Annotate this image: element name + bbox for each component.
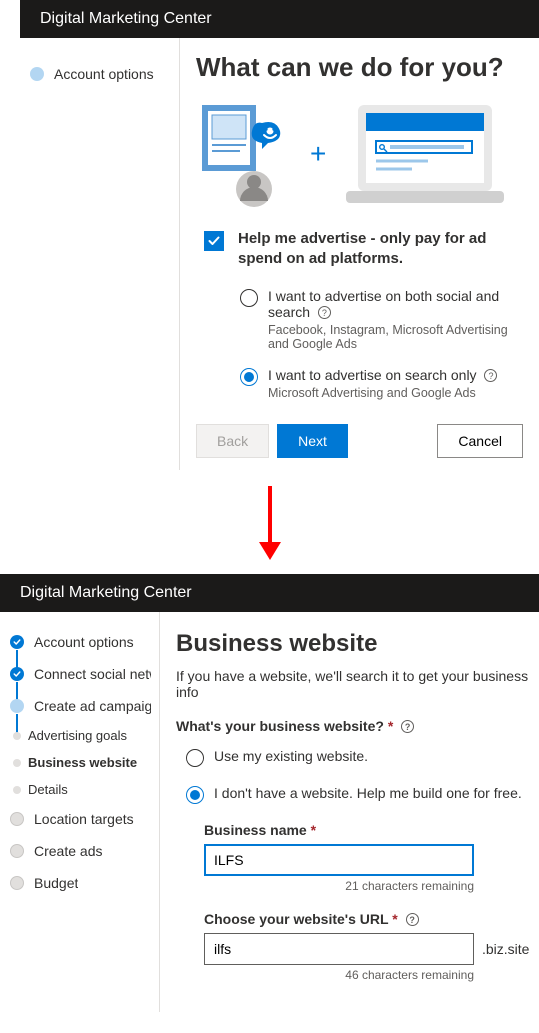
checkbox-checked-icon [204,231,224,251]
info-icon[interactable]: ? [401,720,414,733]
business-name-hint: 21 characters remaining [204,879,474,893]
page-lede: If you have a website, we'll search it t… [176,668,529,700]
radio-selected-icon [240,368,258,386]
radio-unselected-icon [240,289,258,307]
main-content-1: What can we do for you? + [180,38,539,470]
next-button[interactable]: Next [277,424,348,458]
substep-dot-icon [13,786,21,794]
social-illustration [196,99,296,209]
step-done-icon [10,667,24,681]
radio-search-only[interactable]: I want to advertise on search only ? Mic… [240,367,523,400]
page-title: What can we do for you? [196,52,523,83]
wizard-button-row: Back Next Cancel [196,424,523,458]
info-icon[interactable]: ? [406,913,419,926]
radio-label: I don't have a website. Help me build on… [214,785,522,801]
sidebar-item-label: Location targets [34,811,134,827]
website-question: What's your business website? * ? [176,718,529,734]
sidebar-subitem-label: Advertising goals [28,728,127,743]
transition-arrow [0,470,539,574]
business-name-input[interactable] [204,844,474,876]
sidebar-item-create-ad-campaign[interactable]: Create ad campaign [0,690,159,722]
sidebar-item-label: Budget [34,875,78,891]
business-name-label: Business name * [204,822,529,838]
website-url-hint: 46 characters remaining [204,968,474,982]
sidebar-subitem-advertising-goals[interactable]: Advertising goals [0,722,159,749]
laptop-illustration [340,99,510,209]
sidebar-item-label: Account options [34,634,134,650]
arrow-down-icon [255,484,285,564]
sidebar-item-location-targets[interactable]: Location targets [0,803,159,835]
substep-dot-icon [13,732,21,740]
step-pending-icon [10,876,24,890]
sidebar-item-connect-social[interactable]: Connect social netw [0,658,159,690]
app-header-2: Digital Marketing Center [0,574,539,612]
website-url-label: Choose your website's URL * ? [204,911,529,927]
sidebar-item-label: Account options [54,66,154,82]
radio-label: I want to advertise on both social and s… [268,288,523,320]
header-title: Digital Marketing Center [20,584,192,601]
radio-sublabel: Facebook, Instagram, Microsoft Advertisi… [268,323,523,351]
step-pending-icon [10,812,24,826]
advertise-scope-radio-group: I want to advertise on both social and s… [240,288,523,400]
sidebar-subitem-business-website[interactable]: Business website [0,749,159,776]
header-title: Digital Marketing Center [40,10,212,27]
sidebar-item-account-options[interactable]: Account options [0,626,159,658]
sidebar-subitem-label: Details [28,782,68,797]
help-advertise-label: Help me advertise - only pay for ad spen… [238,229,523,270]
sidebar-item-create-ads[interactable]: Create ads [0,835,159,867]
sidebar-item-account-options[interactable]: Account options [20,58,179,90]
website-url-input[interactable] [204,933,474,965]
cancel-button[interactable]: Cancel [437,424,523,458]
radio-label: Use my existing website. [214,748,368,764]
info-icon[interactable]: ? [318,306,331,319]
step-dot-icon [30,67,44,81]
radio-both-social-and-search[interactable]: I want to advertise on both social and s… [240,288,523,351]
radio-build-website[interactable]: I don't have a website. Help me build on… [186,785,529,804]
sidebar-item-budget[interactable]: Budget [0,867,159,899]
website-radio-group: Use my existing website. I don't have a … [176,748,529,804]
back-button: Back [196,424,269,458]
sidebar-item-label: Create ad campaign [34,698,151,714]
app-header-1: Digital Marketing Center [20,0,539,38]
substep-dot-icon [13,759,21,767]
step-pending-icon [10,844,24,858]
sidebar-item-label: Connect social netw [34,666,151,682]
radio-sublabel: Microsoft Advertising and Google Ads [268,386,497,400]
url-suffix: .biz.site [482,941,529,957]
radio-use-existing-website[interactable]: Use my existing website. [186,748,529,767]
radio-unselected-icon [186,749,204,767]
radio-label: I want to advertise on search only ? [268,367,497,383]
page-title: Business website [176,630,529,658]
radio-selected-icon [186,786,204,804]
help-advertise-checkbox-row[interactable]: Help me advertise - only pay for ad spen… [204,229,523,270]
step-active-icon [10,699,24,713]
sidebar-1: Account options [20,38,180,470]
sidebar-item-label: Create ads [34,843,102,859]
info-icon[interactable]: ? [484,369,497,382]
sidebar-2: Account options Connect social netw Crea… [0,612,160,1012]
step-done-icon [10,635,24,649]
illustration-row: + [196,99,523,209]
sidebar-subitem-label: Business website [28,755,137,770]
sidebar-subitem-details[interactable]: Details [0,776,159,803]
plus-icon: + [310,138,326,170]
main-content-2: Business website If you have a website, … [160,612,539,1012]
